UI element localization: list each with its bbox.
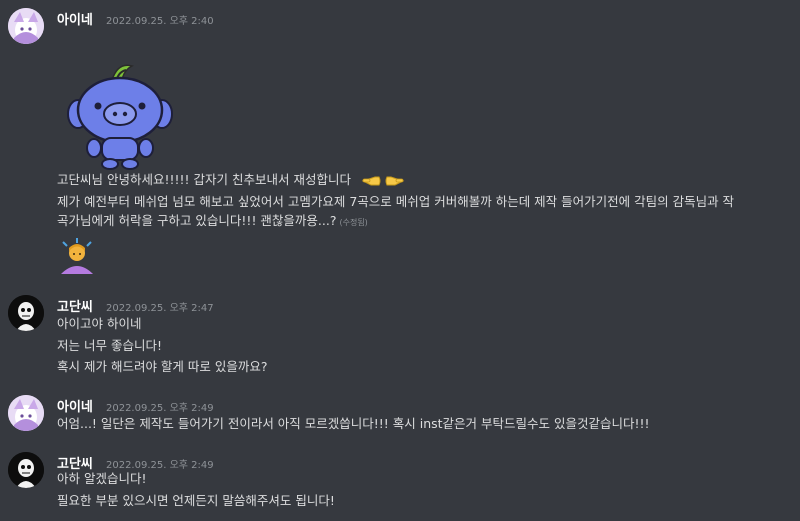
username[interactable]: 아이네	[57, 400, 93, 415]
message-group: 고단씨 2022.09.25. 오후 2:49 아하 알겠습니다! 필요한 부분…	[0, 452, 800, 517]
message-header: 아이네 2022.09.25. 오후 2:40	[57, 9, 214, 28]
message-text: 고단씨님 안녕하세요!!!!! 갑자기 친추보내서 재성합니다	[57, 172, 351, 187]
timestamp: 2022.09.25. 오후 2:49	[105, 403, 214, 414]
message-group: 고단씨 2022.09.25. 오후 2:47 아이고야 하이네 저는 너무 좋…	[0, 295, 800, 380]
message-line: 고단씨님 안녕하세요!!!!! 갑자기 친추보내서 재성합니다	[57, 171, 405, 190]
edited-label: (수정됨)	[339, 218, 368, 227]
message-text: 곡가님에게 허락을 구하고 있습니다!!! 괜찮을까용...?	[57, 213, 337, 228]
message-line: 아이고야 하이네	[57, 316, 142, 331]
avatar[interactable]	[8, 295, 44, 331]
message-line: 제가 예전부터 메쉬업 넘모 해보고 싶었어서 고멤가요제 7곡으로 메쉬업 커…	[57, 194, 735, 209]
message-line: 어엄...! 일단은 제작도 들어가기 전이라서 아직 모르겠씁니다!!! 혹시…	[57, 416, 650, 431]
timestamp: 2022.09.25. 오후 2:47	[105, 303, 214, 314]
message-header: 고단씨 2022.09.25. 오후 2:49	[57, 453, 214, 472]
avatar[interactable]	[8, 8, 44, 44]
avatar[interactable]	[8, 395, 44, 431]
person-bowing-emoji-icon	[61, 238, 93, 274]
message-group: 아이네 2022.09.25. 오후 2:49 어엄...! 일단은 제작도 들…	[0, 395, 800, 435]
message-line: 필요한 부분 있으시면 언제든지 말씀해주셔도 됩니다!	[57, 493, 335, 508]
timestamp: 2022.09.25. 오후 2:40	[105, 16, 214, 27]
message-line: 저는 너무 좋습니다!	[57, 338, 162, 353]
pointing-fingers-emoji-icon	[361, 176, 405, 185]
username[interactable]: 아이네	[57, 13, 93, 28]
wumpus-sticker-icon	[67, 64, 173, 170]
avatar[interactable]	[8, 452, 44, 488]
message-header: 아이네 2022.09.25. 오후 2:49	[57, 396, 214, 415]
message-header: 고단씨 2022.09.25. 오후 2:47	[57, 296, 214, 315]
message-line: 혹시 제가 해드려야 할게 따로 있을까요?	[57, 359, 268, 374]
message-line: 곡가님에게 허락을 구하고 있습니다!!! 괜찮을까용...? (수정됨)	[57, 212, 368, 231]
message-line: 아하 알겠습니다!	[57, 471, 147, 486]
message-group: 아이네 2022.09.25. 오후 2:40 고단씨님 안녕하세요!!!!! …	[0, 8, 800, 283]
username[interactable]: 고단씨	[57, 300, 93, 315]
